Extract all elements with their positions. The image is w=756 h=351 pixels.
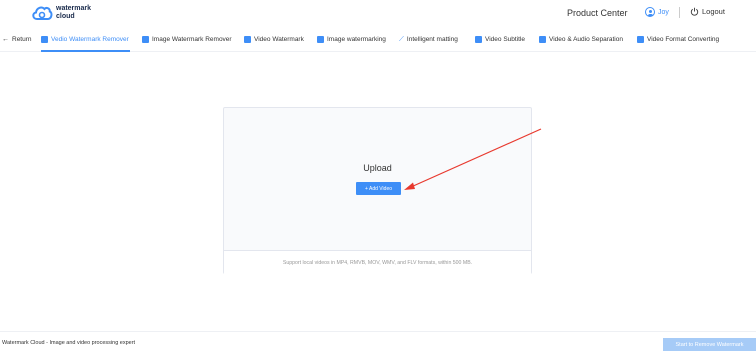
image-icon [317, 36, 324, 43]
tab-video-watermark-remover[interactable]: Vedio Watermark Remover [41, 36, 129, 43]
video-icon [41, 36, 48, 43]
video-icon [539, 36, 546, 43]
tab-label: Video Watermark [254, 36, 304, 43]
cloud-logo-icon [32, 6, 53, 20]
tab-image-watermark-remover[interactable]: Image Watermark Remover [142, 36, 232, 43]
tab-label: Vedio Watermark Remover [51, 36, 129, 43]
footer-text: Watermark Cloud - Image and video proces… [2, 340, 136, 346]
magic-wand-icon: ⟋ [399, 36, 404, 43]
logo[interactable]: watermark cloud [31, 4, 91, 22]
logo-text-line1: watermark [56, 5, 92, 12]
tab-video-subtitle[interactable]: Video Subtitle [475, 36, 525, 43]
logout-button[interactable]: Logout [690, 7, 725, 16]
tab-intelligent-matting[interactable]: ⟋ Intelligent matting [399, 36, 458, 43]
arrow-left-icon: ← [2, 36, 9, 43]
top-header: watermark cloud Product Center Joy Logou… [0, 0, 756, 30]
tab-video-format-converting[interactable]: Video Format Converting [637, 36, 719, 43]
user-menu[interactable]: Joy [645, 7, 669, 17]
subtitle-icon [475, 36, 482, 43]
add-video-button[interactable]: + Add Video [356, 182, 401, 195]
tab-video-audio-separation[interactable]: Video & Audio Separation [539, 36, 623, 43]
upload-panel: Upload + Add Video Support local videos … [223, 107, 532, 274]
upload-dropzone[interactable]: Upload + Add Video [224, 108, 531, 250]
upload-title: Upload [363, 163, 392, 173]
image-icon [142, 36, 149, 43]
return-label: Return [12, 36, 32, 43]
tab-image-watermarking[interactable]: Image watermarking [317, 36, 386, 43]
power-icon [690, 7, 699, 16]
tab-label: Intelligent matting [406, 36, 458, 43]
tab-label: Image Watermark Remover [152, 36, 232, 43]
return-button[interactable]: ← Return [2, 36, 32, 43]
logo-text-line2: cloud [56, 13, 75, 20]
user-name: Joy [658, 8, 669, 16]
tab-label: Video & Audio Separation [549, 36, 623, 43]
tab-video-watermark[interactable]: Video Watermark [244, 36, 304, 43]
video-icon [244, 36, 251, 43]
tab-label: Video Subtitle [485, 36, 525, 43]
footer-bar: Watermark Cloud - Image and video proces… [0, 331, 756, 351]
product-center-link[interactable]: Product Center [567, 8, 628, 18]
active-tab-indicator [41, 50, 130, 52]
start-remove-watermark-button[interactable]: Start to Remove Watermark [663, 338, 756, 351]
tab-label: Image watermarking [327, 36, 386, 43]
user-icon [645, 7, 655, 17]
header-divider [679, 7, 680, 18]
logout-label: Logout [702, 7, 725, 16]
tab-label: Video Format Converting [647, 36, 720, 43]
file-convert-icon [637, 36, 644, 43]
tool-nav: ← Return Vedio Watermark Remover Image W… [0, 31, 756, 52]
supported-formats-note: Support local videos in MP4, RMVB, MOV, … [224, 250, 531, 274]
